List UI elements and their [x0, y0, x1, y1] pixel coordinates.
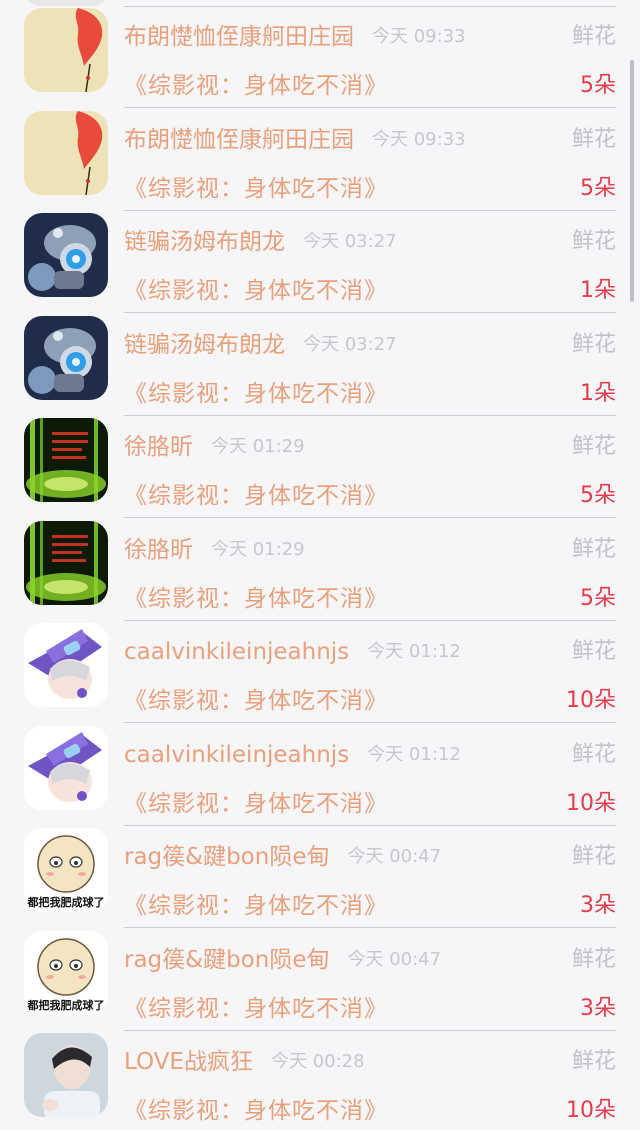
- gift-type-label: 鲜花: [571, 126, 616, 152]
- list-item[interactable]: 链骗汤姆布朗龙 今天 03:27 鲜花 《综影视：身体吃不消》 1朵: [0, 290, 640, 416]
- gift-record-screen: 布朗憷恤侄康舸田庄园 今天 09:33 鲜花 《综影视：身体吃不消》 5朵 布朗憷恤侄康舸…: [0, 0, 640, 1130]
- avatar[interactable]: [24, 315, 108, 400]
- gift-type-label: 鲜花: [571, 1049, 616, 1074]
- list-item[interactable]: 都把我肥成球了 rag篌&踺bon陨e甸 今天 00:47 鲜花 《综影视：身体吃不消》…: [0, 802, 640, 928]
- avatar[interactable]: 都把我肥成球了: [24, 930, 108, 1015]
- book-title-link[interactable]: 《综影视：身体吃不消》: [124, 1095, 388, 1127]
- timestamp: 今天 00:47: [347, 846, 442, 867]
- scrollbar[interactable]: [630, 60, 634, 302]
- sender-name-text[interactable]: 布朗憷恤侄康舸田庄园: [124, 127, 354, 153]
- timestamp: 今天 09:33: [372, 26, 466, 47]
- gift-type-label: 鲜花: [571, 331, 616, 357]
- sender-name[interactable]: 布朗憷恤侄康舸田庄园 今天 09:33: [124, 125, 466, 155]
- sender-name[interactable]: 链骗汤姆布朗龙 今天 03:27: [124, 227, 397, 257]
- avatar[interactable]: [24, 110, 108, 195]
- avatar[interactable]: 都把我肥成球了: [24, 828, 108, 912]
- timestamp: 今天 01:29: [211, 538, 305, 560]
- gift-type-label: 鲜花: [571, 536, 616, 562]
- sender-name-text[interactable]: caalvinkileinjeahnjs: [124, 639, 349, 665]
- timestamp: 今天 01:12: [367, 743, 461, 765]
- sender-name-text[interactable]: rag篌&踺bon陨e甸: [124, 947, 329, 973]
- sender-name-text[interactable]: 链骗汤姆布朗龙: [124, 229, 285, 255]
- sender-name[interactable]: 徐胳昕 今天 01:29: [124, 432, 305, 462]
- avatar[interactable]: [24, 623, 108, 707]
- avatar[interactable]: [24, 418, 108, 502]
- list-item[interactable]: caalvinkileinjeahnjs 今天 01:12 鲜花 《综影视：身体吃不消…: [0, 597, 640, 723]
- sender-name-text[interactable]: 布朗憷恤侄康舸田庄园: [124, 24, 354, 50]
- sender-name[interactable]: caalvinkileinjeahnjs 今天 01:12: [124, 637, 461, 667]
- sender-name-text[interactable]: caalvinkileinjeahnjs: [124, 742, 349, 768]
- gift-type-label: 鲜花: [571, 741, 616, 767]
- list-item[interactable]: 徐胳昕 今天 01:29 鲜花 《综影视：身体吃不消》 5朵: [0, 495, 640, 621]
- sender-name[interactable]: rag篌&踺bon陨e甸 今天 00:47: [124, 842, 441, 872]
- gift-list[interactable]: 布朗憷恤侄康舸田庄园 今天 09:33 鲜花 《综影视：身体吃不消》 5朵 布朗憷恤侄康舸…: [0, 0, 640, 1124]
- sender-name[interactable]: 链骗汤姆布朗龙 今天 03:27: [124, 330, 397, 360]
- list-item[interactable]: 布朗憷恤侄康舸田庄园 今天 09:33 鲜花 《综影视：身体吃不消》 5朵: [0, 85, 640, 211]
- avatar[interactable]: [24, 1033, 108, 1117]
- timestamp: 今天 03:27: [303, 333, 397, 355]
- gift-type-label: 鲜花: [571, 434, 616, 459]
- gift-count: 10朵: [566, 1098, 616, 1123]
- timestamp: 今天 00:28: [270, 1051, 365, 1072]
- timestamp: 今天 09:33: [372, 128, 466, 150]
- timestamp: 今天 03:27: [303, 231, 397, 252]
- avatar[interactable]: [24, 213, 108, 297]
- sender-name[interactable]: rag篌&踺bon陨e甸 今天 00:47: [124, 945, 441, 975]
- sender-name-text[interactable]: LOVE战疯狂: [124, 1049, 253, 1075]
- avatar[interactable]: [24, 520, 108, 605]
- gift-type-label: 鲜花: [571, 946, 616, 972]
- list-item[interactable]: 徐胳昕 今天 01:29 鲜花 《综影视：身体吃不消》 5朵: [0, 392, 640, 518]
- sender-name-text[interactable]: 链骗汤姆布朗龙: [124, 332, 285, 358]
- sender-name[interactable]: 布朗憷恤侄康舸田庄园 今天 09:33: [124, 22, 466, 52]
- gift-type-label: 鲜花: [571, 844, 616, 869]
- timestamp: 今天 00:47: [347, 948, 442, 970]
- avatar[interactable]: [24, 725, 108, 810]
- list-item[interactable]: 布朗憷恤侄康舸田庄园 今天 09:33 鲜花 《综影视：身体吃不消》 5朵: [0, 0, 640, 108]
- gift-type-label: 鲜花: [571, 229, 616, 254]
- gift-type-label: 鲜花: [571, 24, 616, 49]
- avatar[interactable]: [24, 8, 108, 92]
- timestamp: 今天 01:12: [367, 641, 461, 662]
- timestamp: 今天 01:29: [211, 436, 305, 457]
- list-item[interactable]: 都把我肥成球了 rag篌&踺bon陨e甸 今天 00:47 鲜花 《综影视：身体吃不消》…: [0, 905, 640, 1031]
- sender-name[interactable]: 徐胳昕 今天 01:29: [124, 535, 305, 565]
- list-item[interactable]: caalvinkileinjeahnjs 今天 01:12 鲜花 《综影视：身体吃不消…: [0, 700, 640, 826]
- sender-name-text[interactable]: 徐胳昕: [124, 537, 193, 563]
- list-item[interactable]: 链骗汤姆布朗龙 今天 03:27 鲜花 《综影视：身体吃不消》 1朵: [0, 187, 640, 313]
- list-item[interactable]: LOVE战疯狂 今天 00:28 鲜花《综影视：身体吃不消》 10朵: [0, 1007, 640, 1124]
- sender-name[interactable]: caalvinkileinjeahnjs 今天 01:12: [124, 740, 461, 770]
- gift-type-label: 鲜花: [571, 639, 616, 664]
- sender-name-text[interactable]: 徐胳昕: [124, 434, 193, 460]
- sender-name[interactable]: LOVE战疯狂 今天 00:28: [124, 1047, 365, 1077]
- sender-name-text[interactable]: rag篌&踺bon陨e甸: [124, 844, 329, 870]
